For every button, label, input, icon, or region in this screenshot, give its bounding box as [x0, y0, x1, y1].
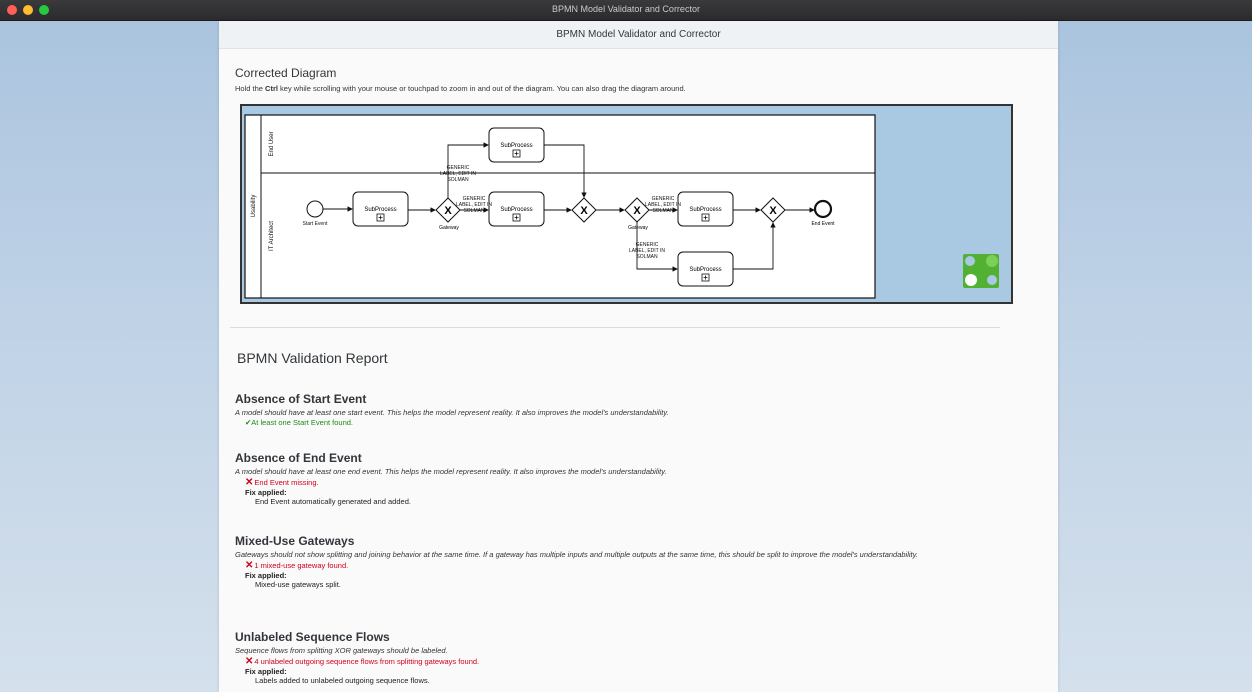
error-x-icon: ✕ [245, 477, 254, 488]
end-event-label: End Event [811, 221, 835, 227]
flow-label-1c: SOLMAN [447, 177, 469, 183]
fix-text: Labels added to unlabeled outgoing seque… [255, 676, 430, 685]
svg-text:X: X [580, 205, 588, 217]
validation-report-title: BPMN Validation Report [237, 350, 388, 366]
fix-applied-label: Fix applied: [245, 488, 287, 497]
check-result-text: 4 unlabeled outgoing sequence flows from… [254, 657, 480, 666]
check-title: Absence of End Event [235, 451, 362, 465]
pool-label: Usability [251, 195, 257, 218]
flow-label-4c: SOLMAN [636, 254, 658, 260]
fix-applied-label: Fix applied: [245, 571, 287, 580]
check-result-error: ✕ 4 unlabeled outgoing sequence flows fro… [245, 656, 1035, 667]
check-end-event: Absence of End Event A model should have… [235, 451, 1035, 506]
check-title: Mixed-Use Gateways [235, 534, 355, 548]
lane-label-it-architect: IT Architect [269, 221, 275, 251]
gateway-3-label: Gateway [628, 225, 648, 231]
lane-label-end-user: End User [269, 131, 275, 156]
start-event[interactable] [306, 200, 324, 218]
check-result-text: 1 mixed-use gateway found. [254, 561, 349, 570]
app-logo-icon [963, 254, 999, 288]
section-divider [230, 327, 1000, 328]
check-title: Unlabeled Sequence Flows [235, 630, 390, 644]
fix-text: Mixed-use gateways split. [255, 580, 341, 589]
subprocess-5-label: SubProcess [689, 267, 721, 273]
subprocess-3-label: SubProcess [500, 207, 532, 213]
start-event-label: Start Event [303, 221, 328, 227]
end-event[interactable] [813, 199, 833, 219]
subprocess-4-label: SubProcess [689, 207, 721, 213]
check-mixed-gateways: Mixed-Use Gateways Gateways should not s… [235, 534, 1035, 589]
check-title: Absence of Start Event [235, 392, 367, 406]
hint-key: Ctrl [265, 84, 278, 93]
check-start-event: Absence of Start Event A model should ha… [235, 392, 1035, 427]
subprocess-2-label: SubProcess [500, 143, 532, 149]
check-result-error: ✕ End Event missing. [245, 477, 1035, 488]
svg-text:X: X [633, 205, 641, 217]
fix-text: End Event automatically generated and ad… [255, 497, 411, 506]
check-description: A model should have at least one start e… [235, 408, 669, 417]
page-header: BPMN Model Validator and Corrector [219, 21, 1058, 49]
check-unlabeled-flows: Unlabeled Sequence Flows Sequence flows … [235, 630, 1035, 685]
svg-text:X: X [444, 205, 452, 217]
zoom-hint: Hold the Ctrl key while scrolling with y… [235, 84, 686, 93]
fix-applied-label: Fix applied: [245, 667, 287, 676]
flow-label-3c: SOLMAN [652, 208, 674, 214]
flow-label-2c: SOLMAN [463, 208, 485, 214]
check-result-error: ✕ 1 mixed-use gateway found. [245, 560, 1035, 571]
hint-prefix: Hold the [235, 84, 266, 93]
app-page: BPMN Model Validator and Corrector Corre… [219, 21, 1058, 692]
check-description: Sequence flows from splitting XOR gatewa… [235, 646, 448, 655]
corrected-diagram-title: Corrected Diagram [235, 66, 337, 80]
check-description: Gateways should not show splitting and j… [235, 550, 918, 559]
gateway-1-label: Gateway [439, 225, 459, 231]
subprocess-1-label: SubProcess [364, 207, 396, 213]
hint-suffix: key while scrolling with your mouse or t… [277, 84, 686, 93]
error-x-icon: ✕ [245, 560, 254, 571]
check-result-text: End Event missing. [254, 478, 319, 487]
error-x-icon: ✕ [245, 656, 254, 667]
diagram-canvas[interactable]: Usability End User IT Architect Start Ev… [240, 104, 1013, 304]
check-description: A model should have at least one end eve… [235, 467, 667, 476]
svg-text:X: X [769, 205, 777, 217]
window-titlebar: BPMN Model Validator and Corrector [0, 0, 1252, 21]
check-result-ok: ✔At least one Start Event found. [245, 418, 354, 427]
window-title: BPMN Model Validator and Corrector [552, 4, 700, 14]
